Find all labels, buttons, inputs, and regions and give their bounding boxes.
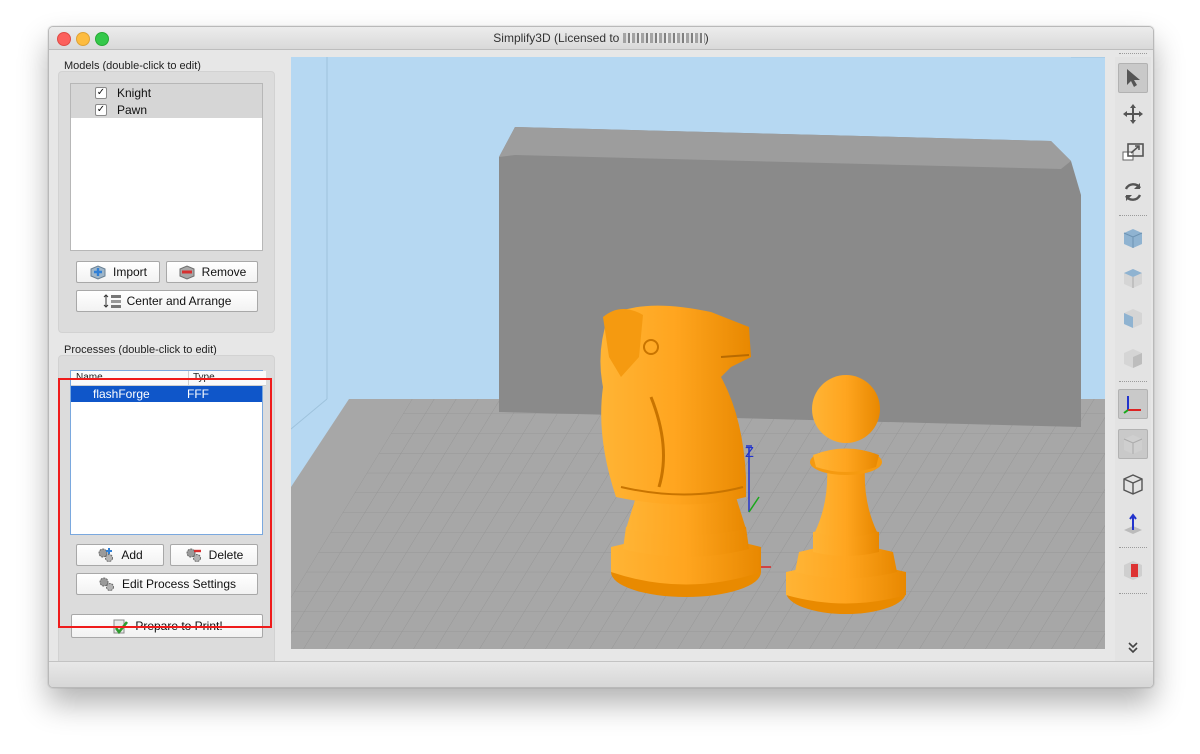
import-label: Import: [112, 265, 147, 279]
window-title-text: Simplify3D (Licensed to: [493, 31, 623, 45]
remove-label: Remove: [201, 265, 247, 279]
move-icon[interactable]: [1118, 99, 1148, 129]
model-row-knight[interactable]: ✓ Knight: [71, 84, 262, 101]
remove-icon: [178, 264, 196, 280]
3d-viewport[interactable]: Z: [291, 57, 1105, 649]
app-window: Simplify3D (Licensed to ) Models (double…: [48, 26, 1154, 688]
wireframe-view-icon[interactable]: [1118, 469, 1148, 499]
remove-button[interactable]: Remove: [166, 261, 258, 283]
window-title-suffix: ): [704, 31, 709, 45]
cross-section-icon[interactable]: [1118, 555, 1148, 585]
normal-view-icon[interactable]: [1118, 509, 1148, 539]
scale-icon[interactable]: [1118, 137, 1148, 167]
pawn-checkbox[interactable]: ✓: [95, 104, 107, 116]
z-axis-letter: Z: [745, 446, 754, 461]
solid-view-icon[interactable]: [1118, 429, 1148, 459]
view-toolbar: [1115, 53, 1151, 661]
center-arrange-button[interactable]: Center and Arrange: [76, 290, 258, 312]
import-button[interactable]: Import: [76, 261, 160, 283]
rotate-icon[interactable]: [1118, 177, 1148, 207]
expand-icon[interactable]: [1118, 637, 1148, 657]
model-label: Knight: [117, 86, 152, 100]
status-bar: [49, 661, 1153, 687]
processes-highlight-box: [58, 378, 272, 628]
redacted-license-name: [622, 33, 705, 43]
axes-icon[interactable]: [1118, 389, 1148, 419]
knight-checkbox[interactable]: ✓: [95, 87, 107, 99]
select-arrow-icon[interactable]: [1118, 63, 1148, 93]
model-label: Pawn: [117, 103, 148, 117]
view-side-icon[interactable]: [1118, 343, 1148, 373]
knight-model[interactable]: [600, 305, 761, 597]
left-sidebar: Models (double-click to edit) ✓ Knight ✓…: [49, 50, 282, 673]
center-arrange-icon: [103, 293, 121, 309]
center-arrange-label: Center and Arrange: [126, 294, 232, 308]
models-group: ✓ Knight ✓ Pawn Import Remove Center and…: [58, 71, 275, 333]
build-scene: Z: [291, 57, 1105, 649]
view-top-icon[interactable]: [1118, 303, 1148, 333]
title-bar: Simplify3D (Licensed to ): [49, 27, 1153, 50]
import-icon: [89, 264, 107, 280]
models-list[interactable]: ✓ Knight ✓ Pawn: [70, 83, 263, 251]
back-wall: [499, 127, 1081, 427]
view-front-icon[interactable]: [1118, 263, 1148, 293]
window-title: Simplify3D (Licensed to ): [49, 31, 1153, 45]
model-row-pawn[interactable]: ✓ Pawn: [71, 101, 262, 118]
view-default-icon[interactable]: [1118, 223, 1148, 253]
